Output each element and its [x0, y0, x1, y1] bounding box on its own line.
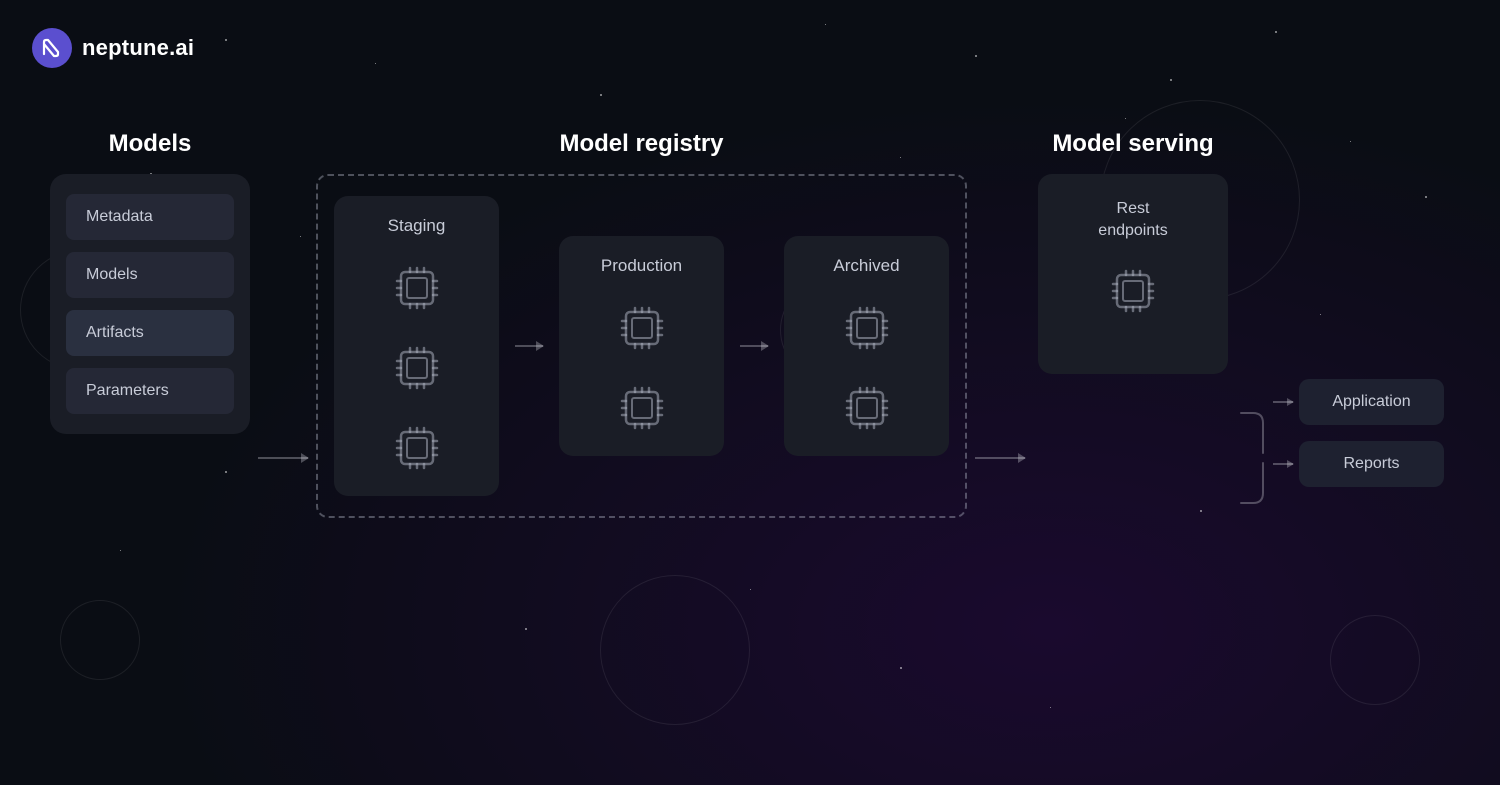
logo-icon — [32, 28, 72, 68]
registry-title: Model registry — [559, 130, 723, 158]
menu-item-metadata[interactable]: Metadata — [66, 194, 234, 240]
archived-cpu-2 — [839, 380, 895, 436]
registry-arrow-line-2 — [740, 345, 768, 347]
archived-panel: Archived — [784, 236, 949, 456]
staging-panel: Staging — [334, 196, 499, 496]
models-section: Models Metadata Models Artifacts Paramet… — [50, 130, 250, 434]
serving-title: Model serving — [1052, 130, 1213, 158]
models-panel: Metadata Models Artifacts Parameters — [50, 174, 250, 434]
logo-text: neptune.ai — [82, 35, 194, 61]
output-connector — [1233, 323, 1273, 513]
arrow-registry-to-serving — [967, 377, 1033, 459]
serving-cpu — [1105, 263, 1161, 319]
logo[interactable]: neptune.ai — [32, 28, 194, 68]
menu-item-parameters[interactable]: Parameters — [66, 368, 234, 414]
models-title: Models — [109, 130, 192, 158]
serving-section: Model serving Rest endpoints — [1033, 130, 1233, 374]
staging-cpu-2 — [389, 340, 445, 396]
arrow-production-to-archived — [740, 345, 768, 347]
production-cpu-1 — [614, 300, 670, 356]
archived-cpu-1 — [839, 300, 895, 356]
arrow-staging-to-production — [515, 345, 543, 347]
arrow-to-application — [1273, 401, 1293, 403]
staging-cpu-1 — [389, 260, 445, 316]
application-row: Application — [1273, 379, 1444, 425]
registry-arrow-line-1 — [515, 345, 543, 347]
output-section: Application Reports — [1273, 349, 1444, 487]
staging-title: Staging — [388, 216, 446, 236]
production-title: Production — [601, 256, 682, 276]
menu-item-artifacts[interactable]: Artifacts — [66, 310, 234, 356]
diagram: Models Metadata Models Artifacts Paramet… — [50, 130, 1450, 705]
reports-box: Reports — [1299, 441, 1444, 487]
bracket-svg — [1233, 403, 1273, 513]
registry-box: Staging — [316, 174, 967, 518]
registry-section: Model registry Staging — [316, 130, 967, 518]
menu-item-models[interactable]: Models — [66, 252, 234, 298]
serving-panel: Rest endpoints — [1038, 174, 1228, 374]
arrow-line-1 — [258, 457, 308, 459]
archived-title: Archived — [833, 256, 899, 276]
production-cpu-2 — [614, 380, 670, 436]
arrow-line-2 — [975, 457, 1025, 459]
arrow-models-to-registry — [250, 377, 316, 459]
production-panel: Production — [559, 236, 724, 456]
rest-endpoints-title: Rest endpoints — [1098, 198, 1167, 243]
reports-row: Reports — [1273, 441, 1444, 487]
staging-cpu-3 — [389, 420, 445, 476]
application-box: Application — [1299, 379, 1444, 425]
arrow-to-reports — [1273, 463, 1293, 465]
